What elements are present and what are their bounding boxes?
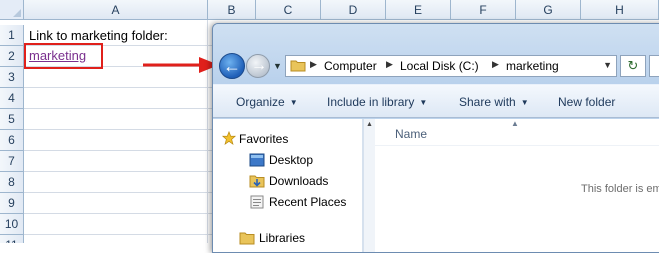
column-header-f[interactable]: F [451,0,516,20]
star-icon [221,131,237,145]
chevron-right-icon[interactable]: ▶ [386,59,393,70]
pane-scrollbar[interactable]: ▲ [363,119,375,252]
breadcrumb-local-disk[interactable]: Local Disk (C:) [400,59,479,73]
scroll-up-icon[interactable]: ▲ [366,121,374,131]
row-header-11[interactable]: 11 [0,235,24,243]
column-header-a[interactable]: A [24,0,208,20]
forward-button[interactable]: → [246,54,270,78]
nav-item-favorites[interactable]: Favorites [239,132,288,146]
chevron-down-icon: ▼ [289,98,298,107]
chevron-down-icon: ▼ [419,98,428,107]
search-input[interactable] [649,55,659,77]
cell-a1-text[interactable]: Link to marketing folder: [29,28,168,43]
row-header-9[interactable]: 9 [0,193,24,214]
downloads-icon [249,175,265,188]
organize-label: Organize [236,95,285,109]
chevron-down-icon: ▼ [520,98,529,107]
sort-ascending-icon: ▲ [511,119,519,128]
desktop-icon [249,153,265,167]
address-row: ← → ▼ ▶ Computer ▶ Local Disk (C:) ▶ mar… [213,48,659,82]
organize-button[interactable]: Organize ▼ [236,95,298,109]
column-header-e[interactable]: E [386,0,451,20]
empty-folder-message: This folder is empty. [581,183,659,195]
recent-places-icon [250,195,264,209]
column-header-name[interactable]: Name [395,127,427,141]
include-label: Include in library [327,95,415,109]
new-folder-button[interactable]: New folder [558,95,615,109]
header-divider [375,145,659,146]
row-header-2[interactable]: 2 [0,46,24,67]
row-header-3[interactable]: 3 [0,67,24,88]
row-header-10[interactable]: 10 [0,214,24,235]
column-header-b[interactable]: B [208,0,256,20]
gridline [207,20,208,243]
share-label: Share with [459,95,516,109]
row-header-5[interactable]: 5 [0,109,24,130]
back-arrow-icon: ← [223,56,241,76]
select-all-corner[interactable] [0,0,24,20]
breadcrumb-computer[interactable]: Computer [324,59,377,73]
forward-arrow-icon: → [251,57,267,74]
share-with-button[interactable]: Share with ▼ [459,95,529,109]
address-dropdown-icon[interactable]: ▼ [603,60,612,70]
include-in-library-button[interactable]: Include in library ▼ [327,95,427,109]
row-header-6[interactable]: 6 [0,130,24,151]
recent-pages-dropdown-icon[interactable]: ▼ [273,61,282,71]
folder-icon [290,60,306,72]
column-header-d[interactable]: D [321,0,386,20]
breadcrumb-marketing[interactable]: marketing [506,59,559,73]
back-button[interactable]: ← [219,53,245,79]
column-header-c[interactable]: C [256,0,321,20]
nav-item-recent-places[interactable]: Recent Places [269,195,346,209]
address-bar[interactable]: ▶ Computer ▶ Local Disk (C:) ▶ marketing… [285,55,617,77]
file-list[interactable]: Name ▲ This folder is empty. [375,119,659,252]
row-header-4[interactable]: 4 [0,88,24,109]
row-header-8[interactable]: 8 [0,172,24,193]
nav-item-desktop[interactable]: Desktop [269,153,313,167]
row-header-7[interactable]: 7 [0,151,24,172]
column-header-g[interactable]: G [516,0,581,20]
nav-item-downloads[interactable]: Downloads [269,174,328,188]
row-header-1[interactable]: 1 [0,25,24,46]
chevron-right-icon[interactable]: ▶ [310,59,317,70]
refresh-icon: ↻ [627,58,639,73]
navigation-pane: Favorites Desktop Downloads Recent Place… [213,119,363,252]
marketing-hyperlink[interactable]: marketing [29,48,86,63]
explorer-window: ← → ▼ ▶ Computer ▶ Local Disk (C:) ▶ mar… [212,23,659,253]
red-arrow-icon [143,57,219,73]
column-header-h[interactable]: H [581,0,659,20]
refresh-button[interactable]: ↻ [620,55,646,77]
chevron-right-icon[interactable]: ▶ [492,59,499,70]
command-bar: Organize ▼ Include in library ▼ Share with… [213,84,659,118]
